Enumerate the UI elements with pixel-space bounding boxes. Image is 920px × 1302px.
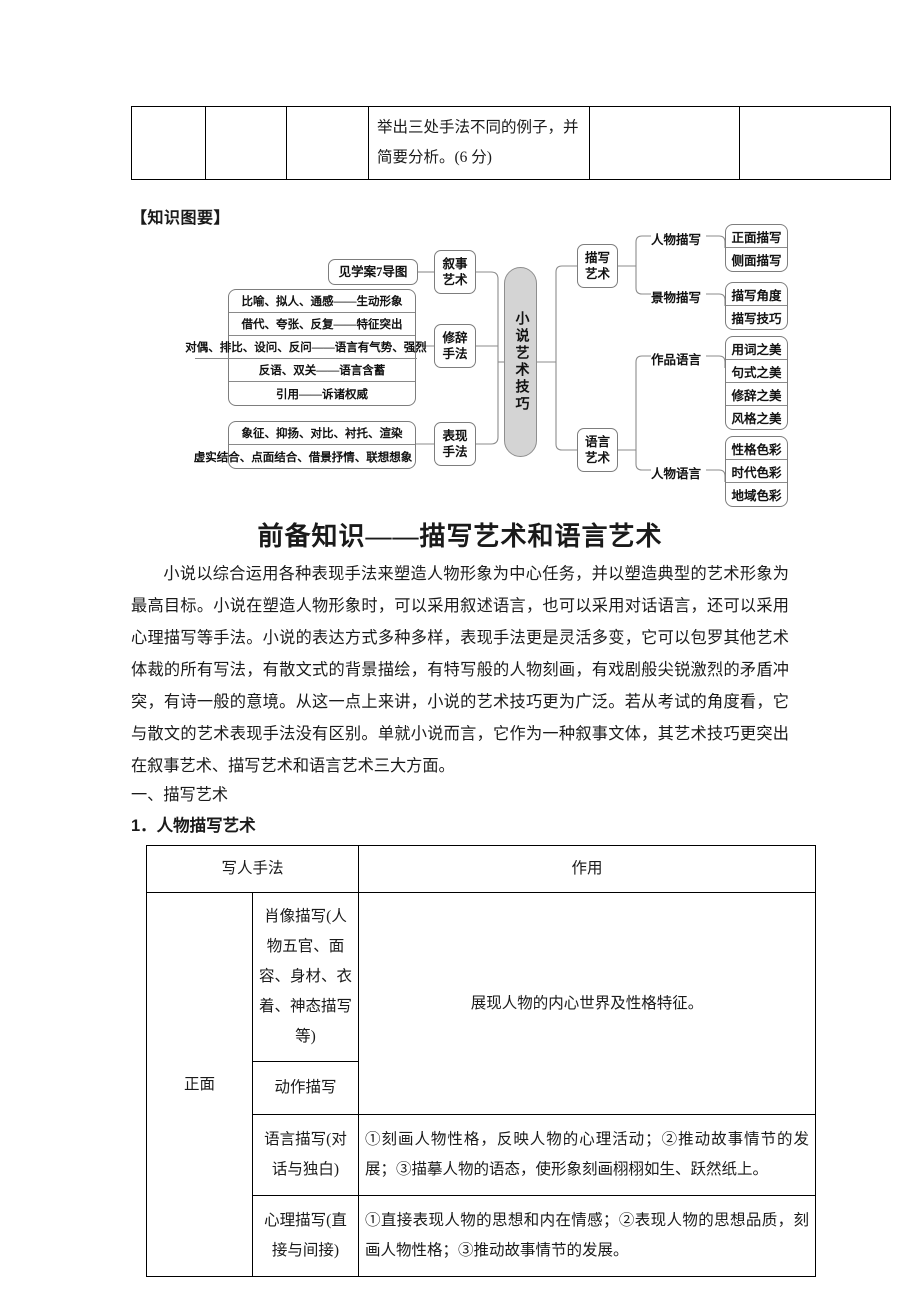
diagram-node-source-ref: 见学案7导图 [328, 259, 418, 285]
list-item: 风格之美 [731, 412, 782, 426]
cell-empty-2 [205, 106, 287, 180]
cell-empty-5 [739, 106, 891, 180]
document-page: 举出三处手法不同的例子，并简要分析。(6 分) 【知识图要】 见学案7导图 叙事… [0, 0, 920, 1302]
list-item: 象征、抑扬、对比、衬托、渲染 [229, 422, 415, 445]
cell-effect-portrait-action: 展现人物的内心世界及性格特征。 [358, 892, 816, 1115]
center-node-label: 小说艺术技巧 [513, 311, 529, 413]
diagram-node-description-art: 描写 艺术 [577, 244, 618, 288]
list-item: 对偶、排比、设问、反问——语言有气势、强烈 [185, 336, 427, 359]
node-label-line: 表现 [442, 429, 468, 443]
list-item: 性格色彩 [726, 437, 787, 460]
node-label-line: 手法 [442, 445, 468, 459]
diagram-node-rhetorical-devices: 修辞 手法 [434, 324, 476, 368]
list-item: 句式之美 [726, 360, 787, 383]
knowledge-mindmap: 见学案7导图 叙事 艺术 比喻、拟人、通感——生动形象 借代、夸张、反复——特征… [131, 224, 789, 507]
diagram-label-character-description: 人物描写 [651, 233, 702, 247]
diagram-group-work-language-items: 用词之美 句式之美 修辞之美 风格之美 [725, 336, 788, 430]
node-label-line: 艺术 [584, 451, 610, 465]
header-method: 写人手法 [146, 845, 359, 893]
table-row: 正面 肖像描写(人物五官、面容、身材、衣着、神态描写等) 展现人物的内心世界及性… [146, 892, 816, 1277]
diagram-label-scene-description: 景物描写 [651, 291, 702, 305]
list-item: 地域色彩 [731, 489, 782, 503]
character-description-table: 写人手法 作用 正面 肖像描写(人物五官、面容、身材、衣着、神态描写等) 展现人… [146, 845, 816, 1277]
knowledge-map-label: 【知识图要】 [131, 210, 231, 227]
list-item: 反语、双关——语言含蓄 [229, 359, 415, 382]
diagram-group-character-language-items: 性格色彩 时代色彩 地域色彩 [725, 436, 788, 507]
list-item: 比喻、拟人、通感——生动形象 [229, 290, 415, 313]
diagram-label-character-language: 人物语言 [651, 467, 702, 481]
cell-effect-psychology: ①直接表现人物的思想和内在情感；②表现人物的思想品质，刻画人物性格；③推动故事情… [358, 1195, 816, 1277]
cell-empty-3 [286, 106, 369, 180]
diagram-group-scene-description-items: 描写角度 描写技巧 [725, 282, 788, 330]
heading-character-description-art: 1．人物描写艺术 [131, 817, 256, 835]
diagram-node-center-topic: 小说艺术技巧 [504, 267, 537, 457]
diagram-node-expression-devices: 表现 手法 [434, 422, 476, 466]
cell-method-portrait: 肖像描写(人物五官、面容、身材、衣着、神态描写等) [252, 892, 359, 1062]
list-item: 侧面描写 [731, 254, 782, 268]
exercise-table: 举出三处手法不同的例子，并简要分析。(6 分) [131, 106, 891, 180]
list-item: 描写技巧 [731, 312, 782, 326]
heading-description-art: 一、描写艺术 [131, 786, 229, 804]
list-item: 引用——诉诸权威 [276, 388, 368, 401]
header-effect: 作用 [358, 845, 816, 893]
node-label-line: 描写 [584, 251, 610, 265]
node-label-line: 语言 [584, 435, 610, 449]
page-title: 前备知识——描写艺术和语言艺术 [257, 522, 663, 551]
node-label-line: 手法 [442, 347, 468, 361]
node-label-line: 艺术 [584, 267, 610, 281]
diagram-group-expression-items: 象征、抑扬、对比、衬托、渲染 虚实结合、点面结合、借景抒情、联想想象 [194, 421, 416, 469]
node-label-line: 叙事 [442, 257, 468, 271]
cell-empty-4 [589, 106, 740, 180]
table-header-row: 写人手法 作用 [146, 845, 816, 893]
cell-question: 举出三处手法不同的例子，并简要分析。(6 分) [368, 106, 590, 180]
cell-method-speech: 语言描写(对话与独白) [252, 1114, 359, 1196]
cell-group-label-front: 正面 [146, 892, 253, 1277]
body-paragraph: 小说以综合运用各种表现手法来塑造人物形象为中心任务，并以塑造典型的艺术形象为最高… [131, 565, 789, 775]
cell-empty-1 [131, 106, 206, 180]
node-label-line: 修辞 [442, 331, 468, 345]
diagram-group-rhetoric-items: 比喻、拟人、通感——生动形象 借代、夸张、反复——特征突出 对偶、排比、设问、反… [185, 289, 427, 406]
cell-effect-speech: ①刻画人物性格，反映人物的心理活动；②推动故事情节的发展；③描摹人物的语态，使形… [358, 1114, 816, 1196]
list-item: 描写角度 [726, 283, 787, 306]
list-item: 用词之美 [726, 337, 787, 360]
cell-method-action: 动作描写 [252, 1061, 359, 1115]
diagram-group-character-description-items: 正面描写 侧面描写 [725, 224, 788, 272]
list-item: 时代色彩 [726, 460, 787, 483]
list-item: 借代、夸张、反复——特征突出 [229, 313, 415, 336]
cell-method-psychology: 心理描写(直接与间接) [252, 1195, 359, 1277]
list-item: 正面描写 [726, 225, 787, 248]
list-item: 修辞之美 [726, 383, 787, 406]
diagram-label-work-language: 作品语言 [651, 353, 702, 367]
diagram-node-language-art: 语言 艺术 [577, 428, 618, 472]
list-item: 虚实结合、点面结合、借景抒情、联想想象 [193, 451, 413, 464]
diagram-node-narrative-art: 叙事 艺术 [434, 250, 476, 294]
table-row: 举出三处手法不同的例子，并简要分析。(6 分) [131, 106, 891, 180]
node-label-line: 艺术 [442, 273, 468, 287]
